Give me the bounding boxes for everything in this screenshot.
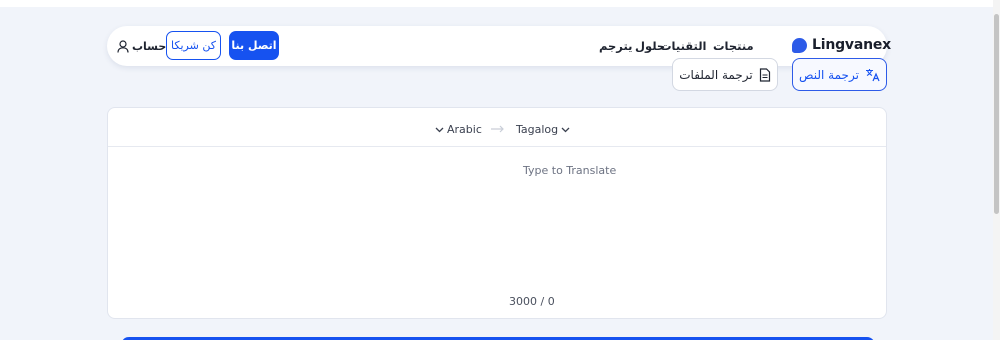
logo-mark-icon — [792, 37, 807, 53]
top-band — [0, 0, 993, 7]
tab-file-translation[interactable]: ترجمة الملفات — [672, 58, 778, 91]
source-language-select[interactable]: Arabic — [435, 123, 482, 136]
user-icon — [117, 39, 129, 53]
translate-icon — [865, 68, 880, 81]
target-language-label: Tagalog — [516, 123, 559, 136]
nav-item-label: حلول — [635, 39, 666, 53]
nav-item-label: منتجات — [713, 39, 754, 53]
nav-item-translate[interactable]: يترجم — [599, 38, 632, 54]
logo[interactable]: Lingvanex — [792, 36, 891, 54]
scrollbar-thumb[interactable] — [994, 14, 999, 214]
tab-text-label: ترجمة النص — [799, 67, 859, 82]
contact-button[interactable]: اتصل بنا — [229, 31, 279, 60]
target-language-select[interactable]: Tagalog — [516, 123, 570, 136]
partner-button[interactable]: كن شريكا — [166, 31, 221, 60]
logo-text: Lingvanex — [812, 37, 891, 53]
nav-item-products[interactable]: منتجات — [713, 38, 754, 54]
page: Lingvanex منتجات التقنيات حلول يترجم اتص… — [0, 0, 1000, 340]
account-label: حساب — [132, 39, 167, 53]
chevron-down-icon — [561, 127, 570, 132]
nav-item-solutions[interactable]: حلول — [635, 38, 665, 54]
swap-arrow-icon[interactable] — [491, 125, 505, 133]
account-button[interactable]: حساب — [117, 38, 166, 54]
nav-item-technologies[interactable]: التقنيات — [660, 38, 707, 54]
source-language-label: Arabic — [447, 123, 482, 136]
language-bar: Arabic Tagalog — [108, 108, 886, 147]
tab-text-translation[interactable]: ترجمة النص — [792, 58, 887, 91]
nav-item-label: التقنيات — [660, 39, 707, 53]
scrollbar[interactable] — [993, 0, 1000, 340]
character-counter: 3000 / 0 — [509, 295, 555, 308]
translate-input[interactable]: Type to Translate — [523, 164, 616, 177]
document-icon — [759, 67, 770, 82]
tab-files-label: ترجمة الملفات — [679, 67, 753, 82]
translator-panel: Arabic Tagalog Type to Translate 3000 / … — [107, 107, 887, 319]
chevron-down-icon — [435, 127, 444, 132]
nav-item-label: يترجم — [599, 39, 633, 53]
